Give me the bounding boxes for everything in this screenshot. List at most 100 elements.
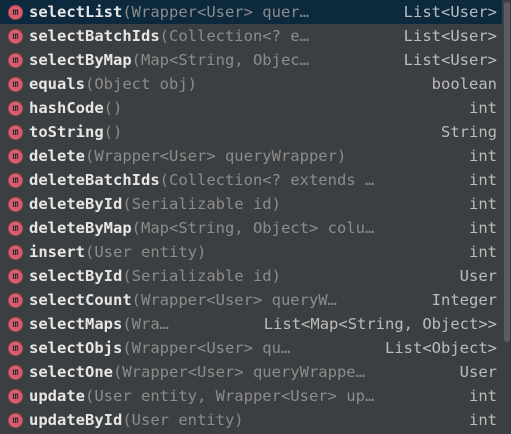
method-name: deleteById bbox=[29, 195, 123, 213]
completion-signature: equals(Object obj) bbox=[29, 75, 420, 93]
method-name: updateById bbox=[29, 411, 123, 429]
return-type: int bbox=[469, 243, 497, 261]
scrollbar-thumb[interactable] bbox=[504, 2, 510, 342]
completion-signature: delete(Wrapper<User> queryWrapper) bbox=[29, 147, 457, 165]
return-type: List<Object> bbox=[385, 339, 497, 357]
completion-signature: deleteById(Serializable id) bbox=[29, 195, 457, 213]
completion-item-selectById[interactable]: selectById(Serializable id) User bbox=[0, 264, 511, 288]
method-name: delete bbox=[29, 147, 85, 165]
return-type: boolean bbox=[431, 75, 497, 93]
completion-signature: selectById(Serializable id) bbox=[29, 267, 448, 285]
method-icon bbox=[8, 412, 23, 428]
return-type: List<User> bbox=[403, 3, 497, 21]
completion-signature: selectOne(Wrapper<User> queryWrappe… bbox=[29, 363, 448, 381]
return-type: List<User> bbox=[403, 27, 497, 45]
method-params: () bbox=[103, 123, 123, 141]
method-icon bbox=[8, 364, 23, 380]
method-icon bbox=[8, 292, 23, 308]
completion-signature: toString() bbox=[29, 123, 429, 141]
completion-item-update[interactable]: update(User entity, Wrapper<User> up… in… bbox=[0, 384, 511, 408]
method-icon bbox=[8, 148, 23, 164]
method-icon bbox=[8, 4, 23, 20]
method-params: (Serializable id) bbox=[122, 195, 281, 213]
method-icon bbox=[8, 196, 23, 212]
completion-item-delete[interactable]: delete(Wrapper<User> queryWrapper) int bbox=[0, 144, 511, 168]
method-params: (Collection<? extends … bbox=[159, 171, 375, 189]
method-icon bbox=[8, 76, 23, 92]
completion-signature: selectList(Wrapper<User> quer… bbox=[29, 3, 392, 21]
method-params: () bbox=[103, 99, 123, 117]
method-name: selectObjs bbox=[29, 339, 123, 357]
method-icon bbox=[8, 172, 23, 188]
completion-item-selectMaps[interactable]: selectMaps(Wra… List<Map<String, Object>… bbox=[0, 312, 511, 336]
completion-item-updateById[interactable]: updateById(User entity) int bbox=[0, 408, 511, 432]
method-icon bbox=[8, 52, 23, 68]
method-params: (Collection<? e… bbox=[159, 27, 309, 45]
method-name: deleteBatchIds bbox=[29, 171, 160, 189]
return-type: String bbox=[441, 123, 497, 141]
completion-signature: insert(User entity) bbox=[29, 243, 457, 261]
method-icon bbox=[8, 220, 23, 236]
method-name: selectMaps bbox=[29, 315, 123, 333]
completion-item-selectList[interactable]: selectList(Wrapper<User> quer… List<User… bbox=[0, 0, 511, 24]
method-name: selectOne bbox=[29, 363, 113, 381]
method-icon bbox=[8, 268, 23, 284]
completion-item-deleteById[interactable]: deleteById(Serializable id) int bbox=[0, 192, 511, 216]
return-type: int bbox=[469, 99, 497, 117]
return-type: int bbox=[469, 147, 497, 165]
method-name: selectByMap bbox=[29, 51, 132, 69]
return-type: int bbox=[469, 219, 497, 237]
return-type: int bbox=[469, 195, 497, 213]
method-params: (Map<String, Object> colu… bbox=[131, 219, 375, 237]
completion-signature: selectByMap(Map<String, Objec… bbox=[29, 51, 392, 69]
completion-list: selectList(Wrapper<User> quer… List<User… bbox=[0, 0, 511, 432]
code-completion-popup: selectList(Wrapper<User> quer… List<User… bbox=[0, 0, 511, 434]
method-name: toString bbox=[29, 123, 104, 141]
completion-item-equals[interactable]: equals(Object obj) boolean bbox=[0, 72, 511, 96]
method-params: (Wrapper<User> qu… bbox=[122, 339, 291, 357]
return-type: List<Map<String, Object>> bbox=[263, 315, 497, 333]
method-name: selectList bbox=[29, 3, 123, 21]
completion-item-selectObjs[interactable]: selectObjs(Wrapper<User> qu… List<Object… bbox=[0, 336, 511, 360]
completion-item-deleteByMap[interactable]: deleteByMap(Map<String, Object> colu… in… bbox=[0, 216, 511, 240]
method-params: (Map<String, Objec… bbox=[131, 51, 309, 69]
method-name: hashCode bbox=[29, 99, 104, 117]
completion-signature: selectObjs(Wrapper<User> qu… bbox=[29, 339, 373, 357]
method-params: (User entity) bbox=[122, 411, 244, 429]
completion-item-toString[interactable]: toString() String bbox=[0, 120, 511, 144]
method-params: (Wrapper<User> queryWrapper) bbox=[85, 147, 347, 165]
method-icon bbox=[8, 28, 23, 44]
completion-signature: deleteBatchIds(Collection<? extends … bbox=[29, 171, 457, 189]
method-params: (Wrapper<User> queryWrappe… bbox=[113, 363, 365, 381]
return-type: User bbox=[459, 267, 497, 285]
completion-signature: selectCount(Wrapper<User> queryW… bbox=[29, 291, 420, 309]
completion-item-deleteBatchIds[interactable]: deleteBatchIds(Collection<? extends … in… bbox=[0, 168, 511, 192]
return-type: int bbox=[469, 411, 497, 429]
method-name: selectBatchIds bbox=[29, 27, 160, 45]
completion-item-selectOne[interactable]: selectOne(Wrapper<User> queryWrappe… Use… bbox=[0, 360, 511, 384]
completion-item-hashCode[interactable]: hashCode() int bbox=[0, 96, 511, 120]
method-icon bbox=[8, 388, 23, 404]
completion-signature: selectMaps(Wra… bbox=[29, 315, 252, 333]
method-params: (User entity) bbox=[85, 243, 207, 261]
completion-signature: selectBatchIds(Collection<? e… bbox=[29, 27, 392, 45]
return-type: Integer bbox=[431, 291, 497, 309]
method-icon bbox=[8, 316, 23, 332]
method-params: (Object obj) bbox=[85, 75, 197, 93]
completion-item-selectBatchIds[interactable]: selectBatchIds(Collection<? e… List<User… bbox=[0, 24, 511, 48]
method-name: deleteByMap bbox=[29, 219, 132, 237]
method-name: insert bbox=[29, 243, 85, 261]
vertical-scrollbar[interactable] bbox=[502, 0, 511, 434]
method-params: (Wrapper<User> quer… bbox=[122, 3, 309, 21]
method-name: equals bbox=[29, 75, 85, 93]
return-type: int bbox=[469, 171, 497, 189]
completion-signature: update(User entity, Wrapper<User> up… bbox=[29, 387, 457, 405]
method-icon bbox=[8, 244, 23, 260]
method-params: (Wra… bbox=[122, 315, 169, 333]
return-type: List<User> bbox=[403, 51, 497, 69]
method-name: update bbox=[29, 387, 85, 405]
completion-item-insert[interactable]: insert(User entity) int bbox=[0, 240, 511, 264]
completion-signature: hashCode() bbox=[29, 99, 457, 117]
completion-item-selectByMap[interactable]: selectByMap(Map<String, Objec… List<User… bbox=[0, 48, 511, 72]
completion-item-selectCount[interactable]: selectCount(Wrapper<User> queryW… Intege… bbox=[0, 288, 511, 312]
